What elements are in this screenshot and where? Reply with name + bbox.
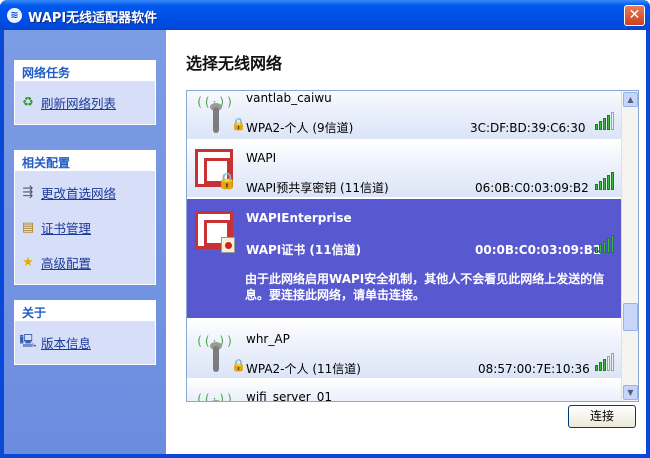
network-mac: 06:0B:C0:03:09:B2 xyxy=(475,181,589,195)
refresh-icon: ♻ xyxy=(22,95,34,110)
signal-strength-icon xyxy=(595,172,614,190)
network-security: WPA2-个人 (11信道) xyxy=(246,362,361,376)
scroll-up-button[interactable]: ▲ xyxy=(623,92,638,107)
certificate-icon xyxy=(221,237,235,253)
app-window: ≋ WAPI无线适配器软件 ✕ 网络任务 ♻ 刷新网络列表 相关配置 ⇶ 更改首… xyxy=(0,0,650,458)
panel-related-config: 相关配置 ⇶ 更改首选网络 ▤ 证书管理 ★ 高级配置 xyxy=(14,150,156,285)
network-cards-icon: ⇶ xyxy=(22,185,34,200)
page-title: 选择无线网络 xyxy=(186,54,283,73)
network-ssid: wifi_server_01 xyxy=(246,390,332,402)
network-item-wapi[interactable]: 🔒 WAPI WAPI预共享密钥 (11信道) 06:0B:C0:03:09:B… xyxy=(187,141,622,198)
antenna-icon: ((·)) xyxy=(195,390,237,401)
panel-heading: 关于 xyxy=(15,301,155,321)
connect-button[interactable]: 连接 xyxy=(568,405,636,428)
main-pane: 选择无线网络 ((·)) vantlab_caiwu 🔒 WPA2-个人 (9信… xyxy=(166,30,646,454)
scroll-thumb[interactable] xyxy=(623,303,638,331)
wapi-logo-icon: 🔒 xyxy=(195,149,237,191)
lock-icon: 🔒 xyxy=(231,117,246,131)
task-sidebar: 网络任务 ♻ 刷新网络列表 相关配置 ⇶ 更改首选网络 ▤ 证书管理 ★ 高级配… xyxy=(4,30,166,454)
lock-icon: 🔒 xyxy=(217,171,237,190)
network-security: WPA2-个人 (9信道) xyxy=(246,121,354,135)
network-description: 由于此网络启用WAPI安全机制，其他人不会看见此网络上发送的信息。要连接此网络，… xyxy=(245,272,605,302)
network-security: WAPI证书 (11信道) xyxy=(246,243,362,257)
title-bar[interactable]: ≋ WAPI无线适配器软件 ✕ xyxy=(0,0,650,30)
computer-info-icon: 🖳 xyxy=(19,333,37,349)
network-mac: 00:0B:C0:03:09:B2 xyxy=(475,243,602,257)
wireless-network-list: ((·)) vantlab_caiwu 🔒 WPA2-个人 (9信道) 3C:D… xyxy=(186,90,639,402)
network-item-vantlab-caiwu[interactable]: ((·)) vantlab_caiwu 🔒 WPA2-个人 (9信道) 3C:D… xyxy=(187,91,622,140)
window-title: WAPI无线适配器软件 xyxy=(28,11,158,26)
network-ssid: whr_AP xyxy=(246,332,290,346)
signal-strength-icon xyxy=(595,112,614,130)
panel-network-tasks: 网络任务 ♻ 刷新网络列表 xyxy=(14,60,156,125)
network-security: WAPI预共享密钥 (11信道) xyxy=(246,181,389,195)
network-item-wifi-server-01[interactable]: ((·)) wifi_server_01 xyxy=(187,380,622,402)
signal-strength-icon xyxy=(595,353,614,371)
change-preferred-network-link[interactable]: ⇶ 更改首选网络 xyxy=(19,175,151,210)
wapi-logo-icon xyxy=(195,211,237,253)
network-item-whr-ap[interactable]: ((·)) whr_AP 🔒 WPA2-个人 (11信道) 08:57:00:7… xyxy=(187,320,622,379)
signal-strength-icon xyxy=(595,235,614,253)
scroll-down-button[interactable]: ▼ xyxy=(623,385,638,400)
certificate-icon: ▤ xyxy=(21,220,35,235)
refresh-network-list-link[interactable]: ♻ 刷新网络列表 xyxy=(19,85,151,120)
network-ssid: WAPIEnterprise xyxy=(246,211,352,225)
network-ssid: vantlab_caiwu xyxy=(246,91,332,105)
advanced-config-link[interactable]: ★ 高级配置 xyxy=(19,245,151,280)
network-ssid: WAPI xyxy=(246,151,277,165)
version-info-link[interactable]: 🖳 版本信息 xyxy=(19,325,151,360)
certificate-management-link[interactable]: ▤ 证书管理 xyxy=(19,210,151,245)
lock-icon: 🔒 xyxy=(231,358,246,372)
window-client: 网络任务 ♻ 刷新网络列表 相关配置 ⇶ 更改首选网络 ▤ 证书管理 ★ 高级配… xyxy=(4,30,646,454)
panel-heading: 网络任务 xyxy=(15,61,155,81)
star-icon: ★ xyxy=(22,255,34,270)
close-button[interactable]: ✕ xyxy=(624,5,645,26)
panel-about: 关于 🖳 版本信息 xyxy=(14,300,156,365)
network-mac: 3C:DF:BD:39:C6:30 xyxy=(470,121,586,135)
network-item-wapienterprise[interactable]: WAPIEnterprise WAPI证书 (11信道) 00:0B:C0:03… xyxy=(187,199,622,319)
wifi-app-icon: ≋ xyxy=(7,8,22,23)
panel-heading: 相关配置 xyxy=(15,151,155,171)
network-mac: 08:57:00:7E:10:36 xyxy=(478,362,590,376)
list-scrollbar[interactable]: ▲ ▼ xyxy=(621,91,638,401)
